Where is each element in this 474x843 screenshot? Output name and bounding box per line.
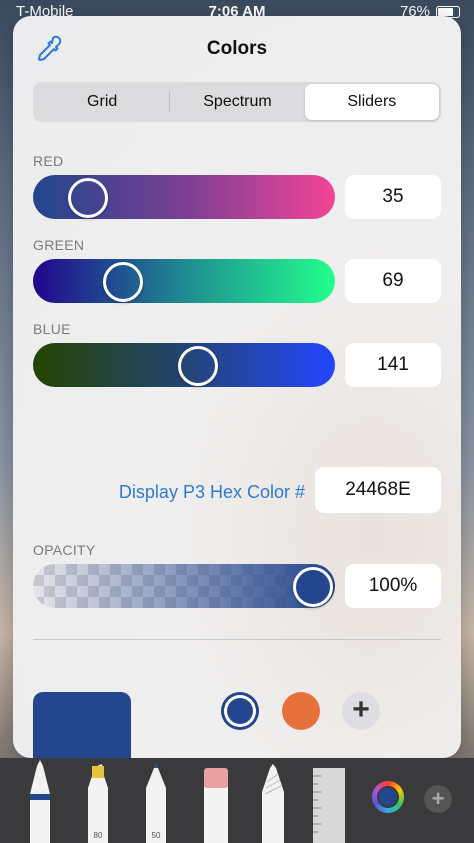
tab-spectrum[interactable]: Spectrum bbox=[170, 84, 304, 120]
pencil-number: 50 bbox=[152, 831, 161, 840]
tab-grid[interactable]: Grid bbox=[35, 84, 169, 120]
blue-slider-knob[interactable] bbox=[178, 346, 219, 386]
green-slider-knob[interactable] bbox=[102, 262, 143, 302]
opacity-label: OPACITY bbox=[33, 542, 96, 558]
green-label: GREEN bbox=[33, 237, 85, 253]
green-slider[interactable] bbox=[33, 259, 335, 303]
green-value-field[interactable]: 69 bbox=[345, 259, 441, 303]
red-slider-knob[interactable] bbox=[67, 178, 108, 218]
add-tool-button[interactable]: + bbox=[424, 785, 452, 813]
ruler-tool-icon[interactable] bbox=[310, 758, 348, 843]
colors-popover: Colors Grid Spectrum Sliders RED 35 GREE… bbox=[13, 16, 461, 758]
opacity-slider[interactable] bbox=[33, 564, 335, 608]
opacity-slider-knob[interactable] bbox=[293, 567, 333, 607]
add-swatch-button[interactable]: + bbox=[342, 692, 380, 730]
hex-color-field[interactable]: 24468E bbox=[315, 467, 441, 513]
red-label: RED bbox=[33, 153, 64, 169]
color-picker-icon[interactable] bbox=[372, 781, 404, 813]
blue-slider[interactable] bbox=[33, 343, 335, 387]
marker-number: 80 bbox=[94, 831, 103, 840]
opacity-value-field[interactable]: 100% bbox=[345, 564, 441, 608]
plus-icon: + bbox=[431, 786, 445, 811]
marker-tool-icon[interactable]: 80 bbox=[84, 758, 112, 843]
hex-color-label: Display P3 Hex Color # bbox=[118, 482, 305, 502]
divider bbox=[33, 639, 441, 640]
fountain-pen-tool-icon[interactable] bbox=[258, 758, 288, 843]
swatch-blue-selected[interactable] bbox=[227, 698, 253, 724]
pencil-tool-icon[interactable]: 50 bbox=[142, 758, 170, 843]
swatch-orange[interactable] bbox=[282, 692, 320, 730]
eraser-tool-icon[interactable] bbox=[200, 758, 232, 843]
red-value-field[interactable]: 35 bbox=[345, 175, 441, 219]
pen-tool-icon[interactable] bbox=[26, 758, 54, 843]
plus-icon: + bbox=[352, 693, 370, 726]
tab-sliders[interactable]: Sliders bbox=[304, 84, 439, 120]
tool-palette: 80 50 + bbox=[0, 758, 474, 843]
blue-label: BLUE bbox=[33, 321, 71, 337]
popover-title: Colors bbox=[206, 38, 268, 59]
mode-segmented-control: Grid Spectrum Sliders bbox=[33, 82, 441, 122]
red-slider[interactable] bbox=[33, 175, 335, 219]
blue-value-field[interactable]: 141 bbox=[345, 343, 441, 387]
current-color-preview bbox=[33, 692, 131, 758]
